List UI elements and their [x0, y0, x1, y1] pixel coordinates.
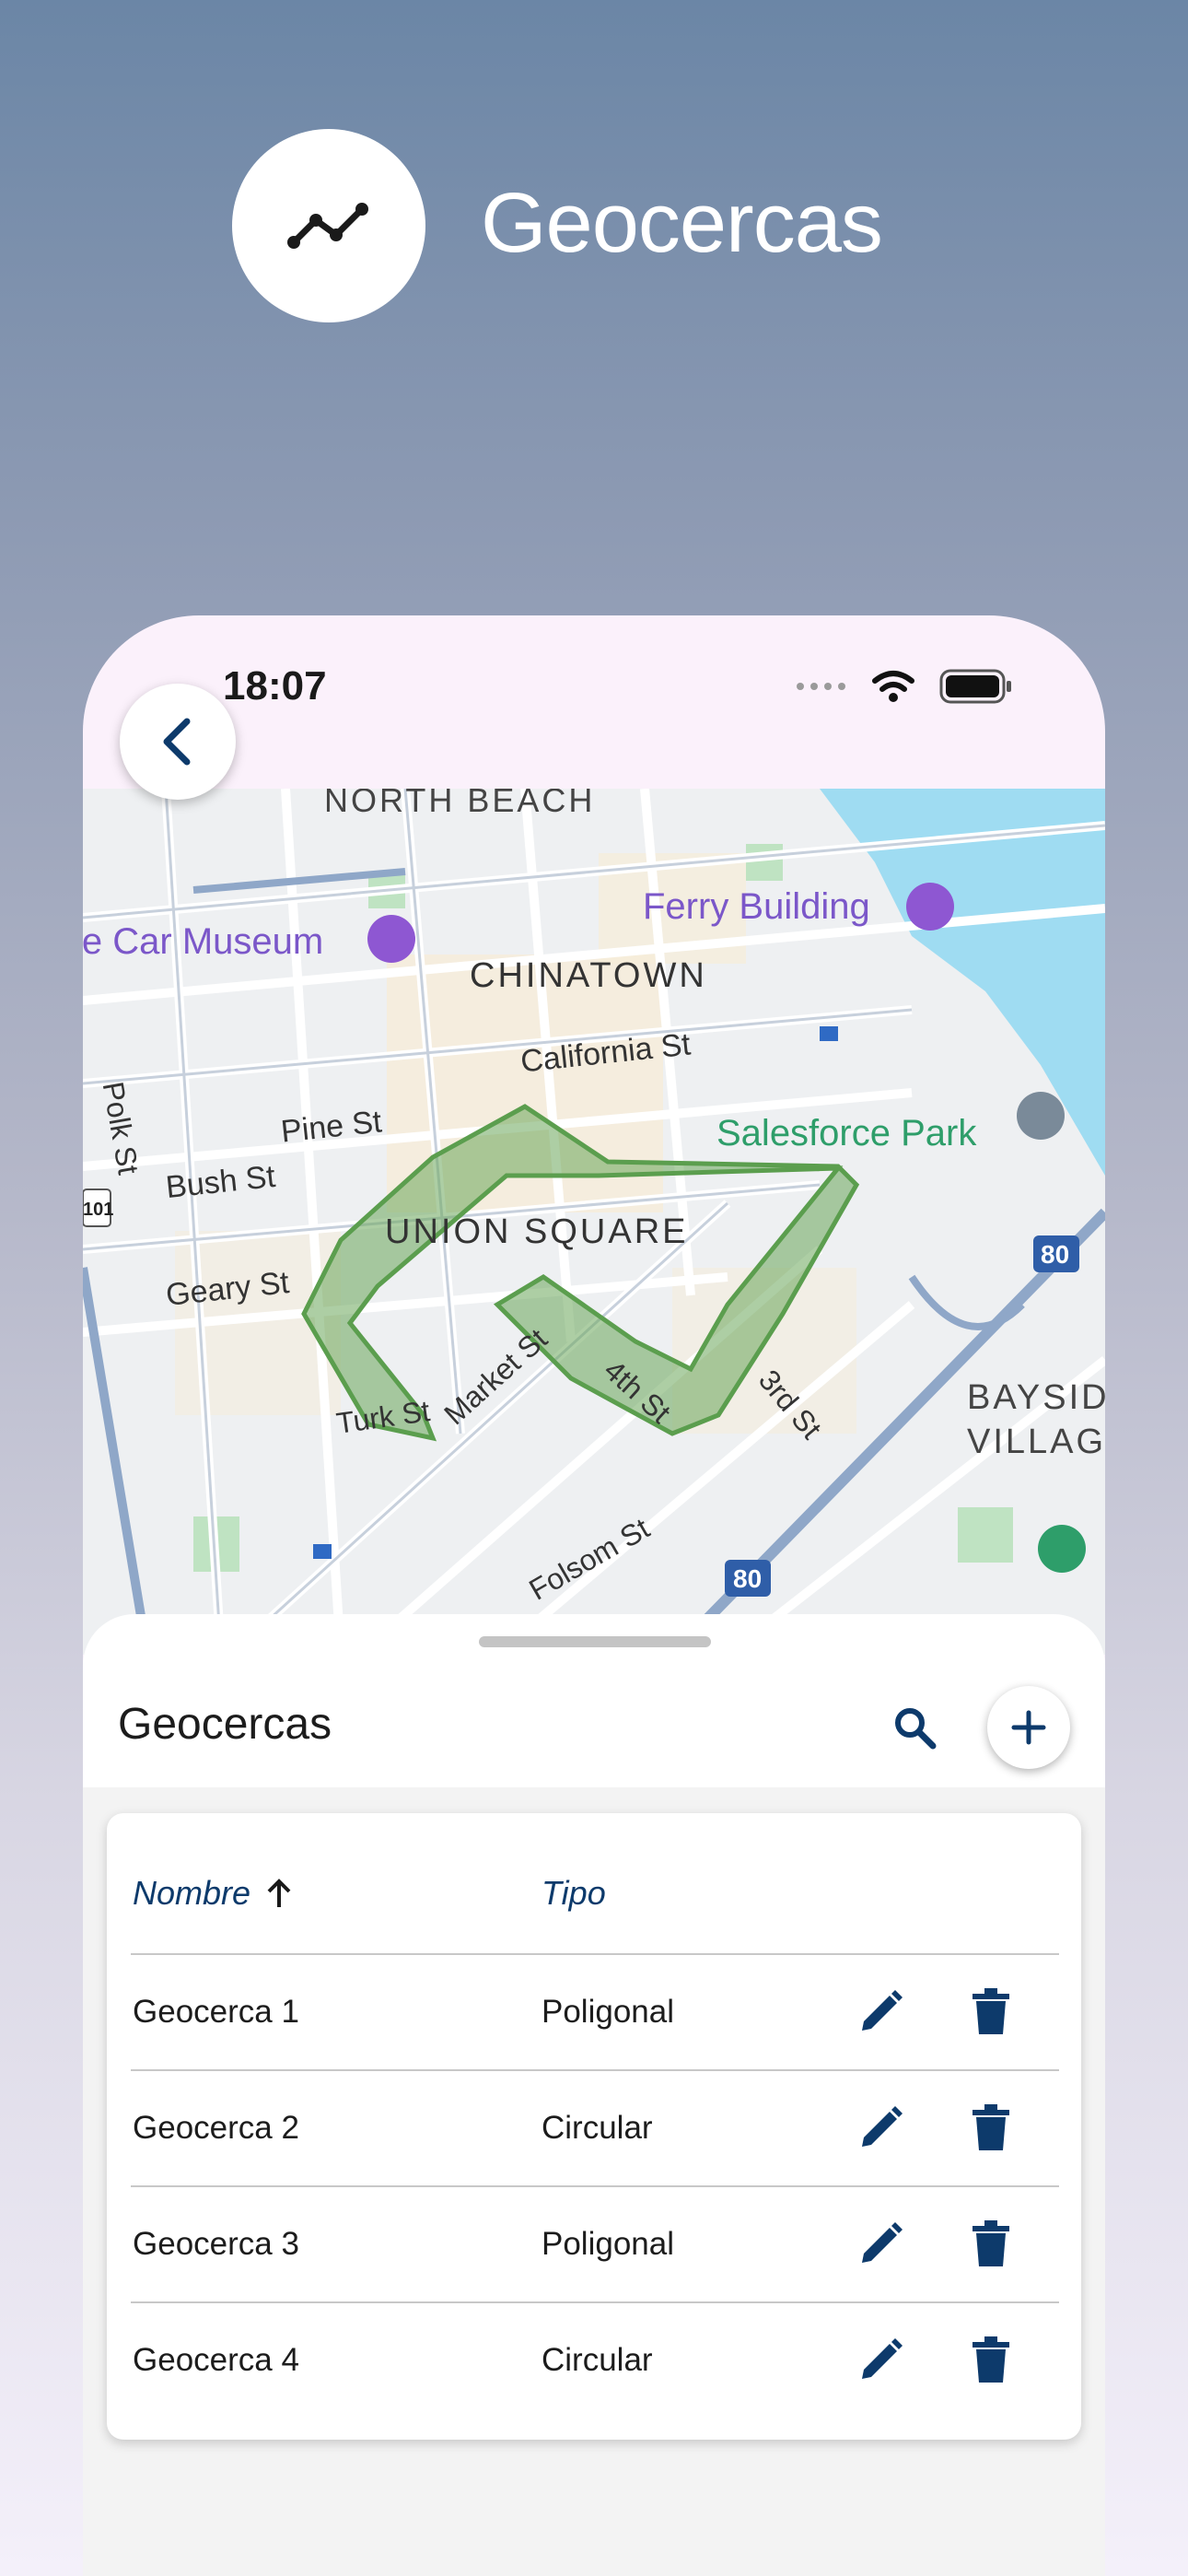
signal-dots-icon: [797, 683, 845, 690]
pencil-icon: [862, 2222, 903, 2263]
trash-icon: [973, 2220, 1009, 2266]
phone-screen: 18:07 NORTH BEACH Ferry Building le Car …: [83, 615, 1105, 2576]
map-shield-80-south: 80: [733, 1564, 763, 1593]
promo-title: Geocercas: [481, 176, 883, 270]
status-icons: [796, 669, 1013, 704]
column-header-type[interactable]: Tipo: [542, 1874, 606, 1913]
drag-handle[interactable]: [479, 1636, 711, 1647]
map-label-ferry-building: Ferry Building: [643, 886, 870, 927]
map-label-salesforce-park: Salesforce Park: [716, 1113, 977, 1153]
map-shield-101: 101: [83, 1200, 114, 1220]
edit-button[interactable]: [853, 2101, 908, 2156]
table-header: Nombre Tipo: [107, 1813, 1081, 1953]
row-name: Geocerca 4: [133, 2342, 299, 2378]
row-name: Geocerca 3: [133, 2226, 299, 2262]
plus-icon: [1011, 1710, 1046, 1745]
sheet-header: Geocercas: [83, 1614, 1105, 1787]
delete-button[interactable]: [963, 2101, 1019, 2156]
map-label-village: VILLAG: [967, 1423, 1105, 1461]
pencil-icon: [862, 2338, 903, 2379]
column-type-label: Tipo: [542, 1874, 606, 1912]
chevron-left-icon: [163, 718, 191, 766]
table-row[interactable]: Geocerca 4 Circular: [131, 2301, 1059, 2419]
table-row[interactable]: Geocerca 3 Poligonal: [131, 2185, 1059, 2303]
sheet-title: Geocercas: [118, 1700, 332, 1749]
status-time: 18:07: [223, 663, 327, 708]
map-view[interactable]: NORTH BEACH Ferry Building le Car Museum…: [83, 789, 1105, 1655]
map-label-car-museum: le Car Museum: [83, 921, 324, 962]
delete-button[interactable]: [963, 1985, 1019, 2040]
delete-button[interactable]: [963, 2217, 1019, 2272]
arrow-up-icon: [267, 1879, 291, 1907]
search-icon: [895, 1708, 937, 1750]
back-button[interactable]: [120, 684, 236, 800]
table-row[interactable]: Geocerca 1 Poligonal: [131, 1953, 1059, 2071]
row-type: Circular: [542, 2110, 653, 2146]
map-shield-80-east: 80: [1041, 1240, 1070, 1269]
map-label-chinatown: CHINATOWN: [470, 956, 707, 995]
wifi-icon: [872, 671, 914, 702]
map-label-north-beach: NORTH BEACH: [324, 789, 596, 819]
map-label-bayside: BAYSID: [967, 1378, 1105, 1417]
trash-icon: [973, 1988, 1009, 2034]
add-geofence-button[interactable]: [987, 1686, 1070, 1769]
column-name-label: Nombre: [133, 1874, 251, 1912]
row-type: Circular: [542, 2342, 653, 2378]
trash-icon: [973, 2336, 1009, 2383]
app-icon-badge: [232, 129, 425, 322]
delete-button[interactable]: [963, 2333, 1019, 2388]
search-button[interactable]: [880, 1693, 949, 1762]
edit-button[interactable]: [853, 2217, 908, 2272]
edit-button[interactable]: [853, 2333, 908, 2388]
edit-button[interactable]: [853, 1985, 908, 2040]
row-name: Geocerca 2: [133, 2110, 299, 2146]
pencil-icon: [862, 2106, 903, 2147]
row-name: Geocerca 1: [133, 1994, 299, 2030]
row-type: Poligonal: [542, 1994, 674, 2030]
trash-icon: [973, 2104, 1009, 2150]
column-header-name[interactable]: Nombre: [133, 1874, 293, 1913]
table-row[interactable]: Geocerca 2 Circular: [131, 2069, 1059, 2187]
bottom-sheet: Geocercas Nombre Tipo Geocerca 1 Poligon…: [83, 1614, 1105, 2576]
geofence-table: Nombre Tipo Geocerca 1 Poligonal Geocerc…: [107, 1813, 1081, 2440]
polyline-chart-icon: [287, 203, 368, 249]
battery-icon: [939, 669, 1011, 704]
pencil-icon: [862, 1990, 903, 2031]
row-type: Poligonal: [542, 2226, 674, 2262]
map-label-union-square: UNION SQUARE: [385, 1212, 689, 1251]
